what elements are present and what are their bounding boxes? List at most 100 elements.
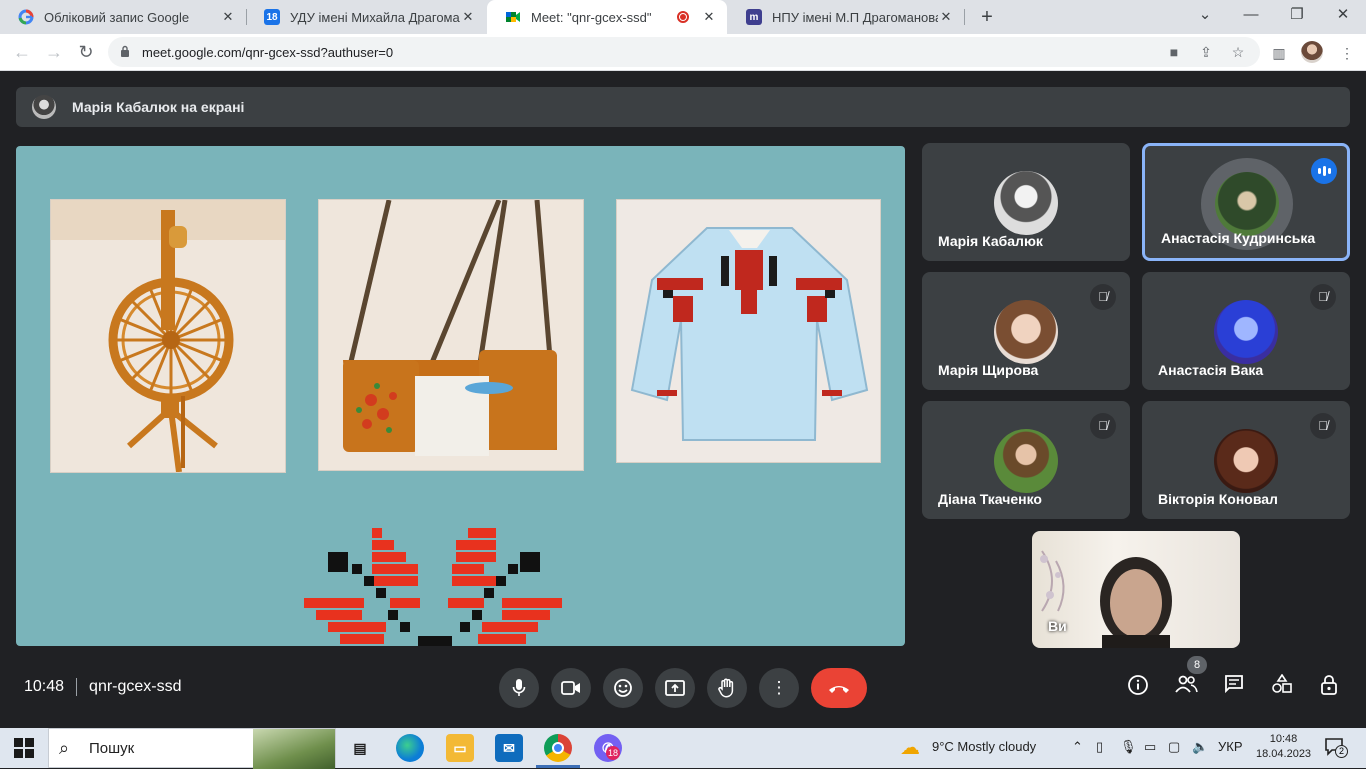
raise-hand-button[interactable] xyxy=(707,668,747,708)
spinning-wheel-image xyxy=(50,199,286,473)
participant-avatar xyxy=(994,300,1058,364)
tab-search-icon[interactable]: ⌄ xyxy=(1182,0,1228,34)
people-button[interactable] xyxy=(1172,674,1200,702)
tab-title: НПУ імені М.П Драгоманова xyxy=(772,9,938,25)
self-view-video[interactable]: Ви xyxy=(1032,531,1240,648)
edge-icon[interactable] xyxy=(396,734,424,762)
microphone-button[interactable] xyxy=(499,668,539,708)
tray-mic-icon[interactable]: 🎙 xyxy=(1120,739,1137,755)
speaking-indicator-icon xyxy=(1311,158,1337,184)
network-icon[interactable]: ▢ xyxy=(1168,739,1180,755)
host-controls-button[interactable] xyxy=(1316,674,1344,702)
present-screen-button[interactable] xyxy=(655,668,695,708)
cradle-image xyxy=(318,199,584,471)
profile-avatar[interactable] xyxy=(1301,41,1323,63)
participant-name: Діана Ткаченко xyxy=(938,491,1042,507)
weather-icon[interactable]: ☁ xyxy=(900,735,920,760)
tab-npu[interactable]: m НПУ імені М.П Драгоманова ✕ xyxy=(728,0,964,34)
weather-text[interactable]: 9°C Mostly cloudy xyxy=(932,739,1036,754)
participant-avatar xyxy=(1214,300,1278,364)
taskbar-clock[interactable]: 10:48 18.04.2023 xyxy=(1256,732,1311,762)
participant-tile[interactable]: 🎙̸ Марія Щирова xyxy=(922,272,1130,390)
url-text: meet.google.com/qnr-gcex-ssd?authuser=0 xyxy=(142,45,394,60)
tab-title: Meet: "qnr-gcex-ssd" xyxy=(531,9,652,25)
mic-off-icon: 🎙̸ xyxy=(1310,284,1336,310)
taskbar-search-box[interactable]: ⌕ Пошук xyxy=(48,728,336,769)
tab-udu[interactable]: 18 УДУ імені Михайла Драгоманова ✕ xyxy=(246,0,486,34)
shared-screen[interactable] xyxy=(16,146,905,646)
video-camera-icon xyxy=(561,681,580,695)
more-vert-icon: ⋮ xyxy=(770,678,788,697)
people-icon xyxy=(1175,675,1198,693)
recording-icon xyxy=(677,11,689,23)
camera-icon[interactable]: ■ xyxy=(1166,44,1182,60)
presenter-bar: Марія Кабалюк на екрані xyxy=(16,87,1350,127)
reactions-button[interactable] xyxy=(603,668,643,708)
back-button[interactable]: ← xyxy=(10,40,34,64)
chat-button[interactable] xyxy=(1220,674,1248,702)
volume-icon[interactable]: 🔈 xyxy=(1192,739,1208,755)
calendar-icon: 18 xyxy=(264,9,280,25)
tab-title: Обліковий запис Google xyxy=(44,9,190,25)
battery-icon[interactable]: ▭ xyxy=(1144,739,1156,755)
close-tab-icon[interactable]: ✕ xyxy=(938,9,954,25)
close-tab-icon[interactable]: ✕ xyxy=(701,9,717,25)
camera-button[interactable] xyxy=(551,668,591,708)
browser-menu-icon[interactable]: ⋮ xyxy=(1336,42,1358,64)
tab-meet[interactable]: Meet: "qnr-gcex-ssd" ✕ xyxy=(487,0,727,34)
tray-expand-icon[interactable]: ⌃ xyxy=(1072,739,1083,755)
chat-icon xyxy=(1225,675,1243,694)
forward-button[interactable]: → xyxy=(42,40,66,64)
participant-avatar xyxy=(994,171,1058,235)
participant-tile-speaking[interactable]: Анастасія Кудринська xyxy=(1142,143,1350,261)
new-tab-button[interactable]: + xyxy=(976,6,998,28)
emoji-icon xyxy=(614,679,632,697)
hang-up-icon xyxy=(829,686,849,693)
task-view-icon[interactable]: ▤ xyxy=(346,734,374,762)
file-explorer-icon[interactable]: ▭ xyxy=(446,734,474,762)
tray-app-icon[interactable]: ▯ xyxy=(1096,739,1103,755)
reload-button[interactable]: ↻ xyxy=(74,40,98,64)
hand-icon xyxy=(718,678,734,698)
participant-tile[interactable]: 🎙̸ Вікторія Коновал xyxy=(1142,401,1350,519)
clock-time: 10:48 xyxy=(1269,733,1298,745)
mail-icon[interactable]: ✉ xyxy=(495,734,523,762)
windows-start-button[interactable] xyxy=(14,738,34,758)
participant-tile[interactable]: 🎙̸ Діана Ткаченко xyxy=(922,401,1130,519)
close-tab-icon[interactable]: ✕ xyxy=(460,9,476,25)
meeting-code: qnr-gcex-ssd xyxy=(89,678,182,695)
side-panel-icon[interactable]: ▥ xyxy=(1268,42,1290,64)
moodle-icon: m xyxy=(746,9,762,25)
close-tab-icon[interactable]: ✕ xyxy=(220,9,236,25)
participant-tile[interactable]: 🎙̸ Анастасія Вака xyxy=(1142,272,1350,390)
browser-toolbar: ← → ↻ meet.google.com/qnr-gcex-ssd?authu… xyxy=(0,34,1366,71)
activities-icon xyxy=(1272,673,1292,693)
close-window-button[interactable]: ✕ xyxy=(1320,0,1366,34)
activities-button[interactable] xyxy=(1268,673,1296,702)
restore-button[interactable]: ❐ xyxy=(1274,0,1320,34)
divider xyxy=(76,678,78,696)
leave-call-button[interactable] xyxy=(811,668,867,708)
minimize-button[interactable]: — xyxy=(1228,0,1274,34)
mic-off-icon: 🎙̸ xyxy=(1090,284,1116,310)
windows-taskbar: ⌕ Пошук ▤ ▭ ✉ ✆ 18 ☁ 9°C Mostly cloudy ⌃… xyxy=(0,728,1366,769)
meeting-details: 10:48 qnr-gcex-ssd xyxy=(24,678,182,696)
more-options-button[interactable]: ⋮ xyxy=(759,668,799,708)
notifications-button[interactable]: 2 xyxy=(1324,736,1348,758)
participant-tile[interactable]: Марія Кабалюк xyxy=(922,143,1130,261)
chrome-icon[interactable] xyxy=(544,734,572,762)
language-indicator[interactable]: УКР xyxy=(1218,739,1243,754)
tab-google-account[interactable]: Обліковий запис Google ✕ xyxy=(0,0,246,34)
participant-avatar xyxy=(1215,172,1279,236)
meeting-info-button[interactable] xyxy=(1124,674,1152,702)
address-bar[interactable]: meet.google.com/qnr-gcex-ssd?authuser=0 … xyxy=(108,37,1260,67)
bookmark-star-icon[interactable]: ☆ xyxy=(1230,44,1246,60)
participant-name: Марія Кабалюк xyxy=(938,233,1043,249)
lock-icon[interactable] xyxy=(120,45,130,57)
participant-name: Анастасія Вака xyxy=(1158,362,1264,378)
share-icon[interactable]: ⇪ xyxy=(1198,44,1214,60)
participant-name: Марія Щирова xyxy=(938,362,1039,378)
embroidered-shirt-image xyxy=(616,199,881,463)
mic-off-icon: 🎙̸ xyxy=(1310,413,1336,439)
meeting-time: 10:48 xyxy=(24,678,65,695)
